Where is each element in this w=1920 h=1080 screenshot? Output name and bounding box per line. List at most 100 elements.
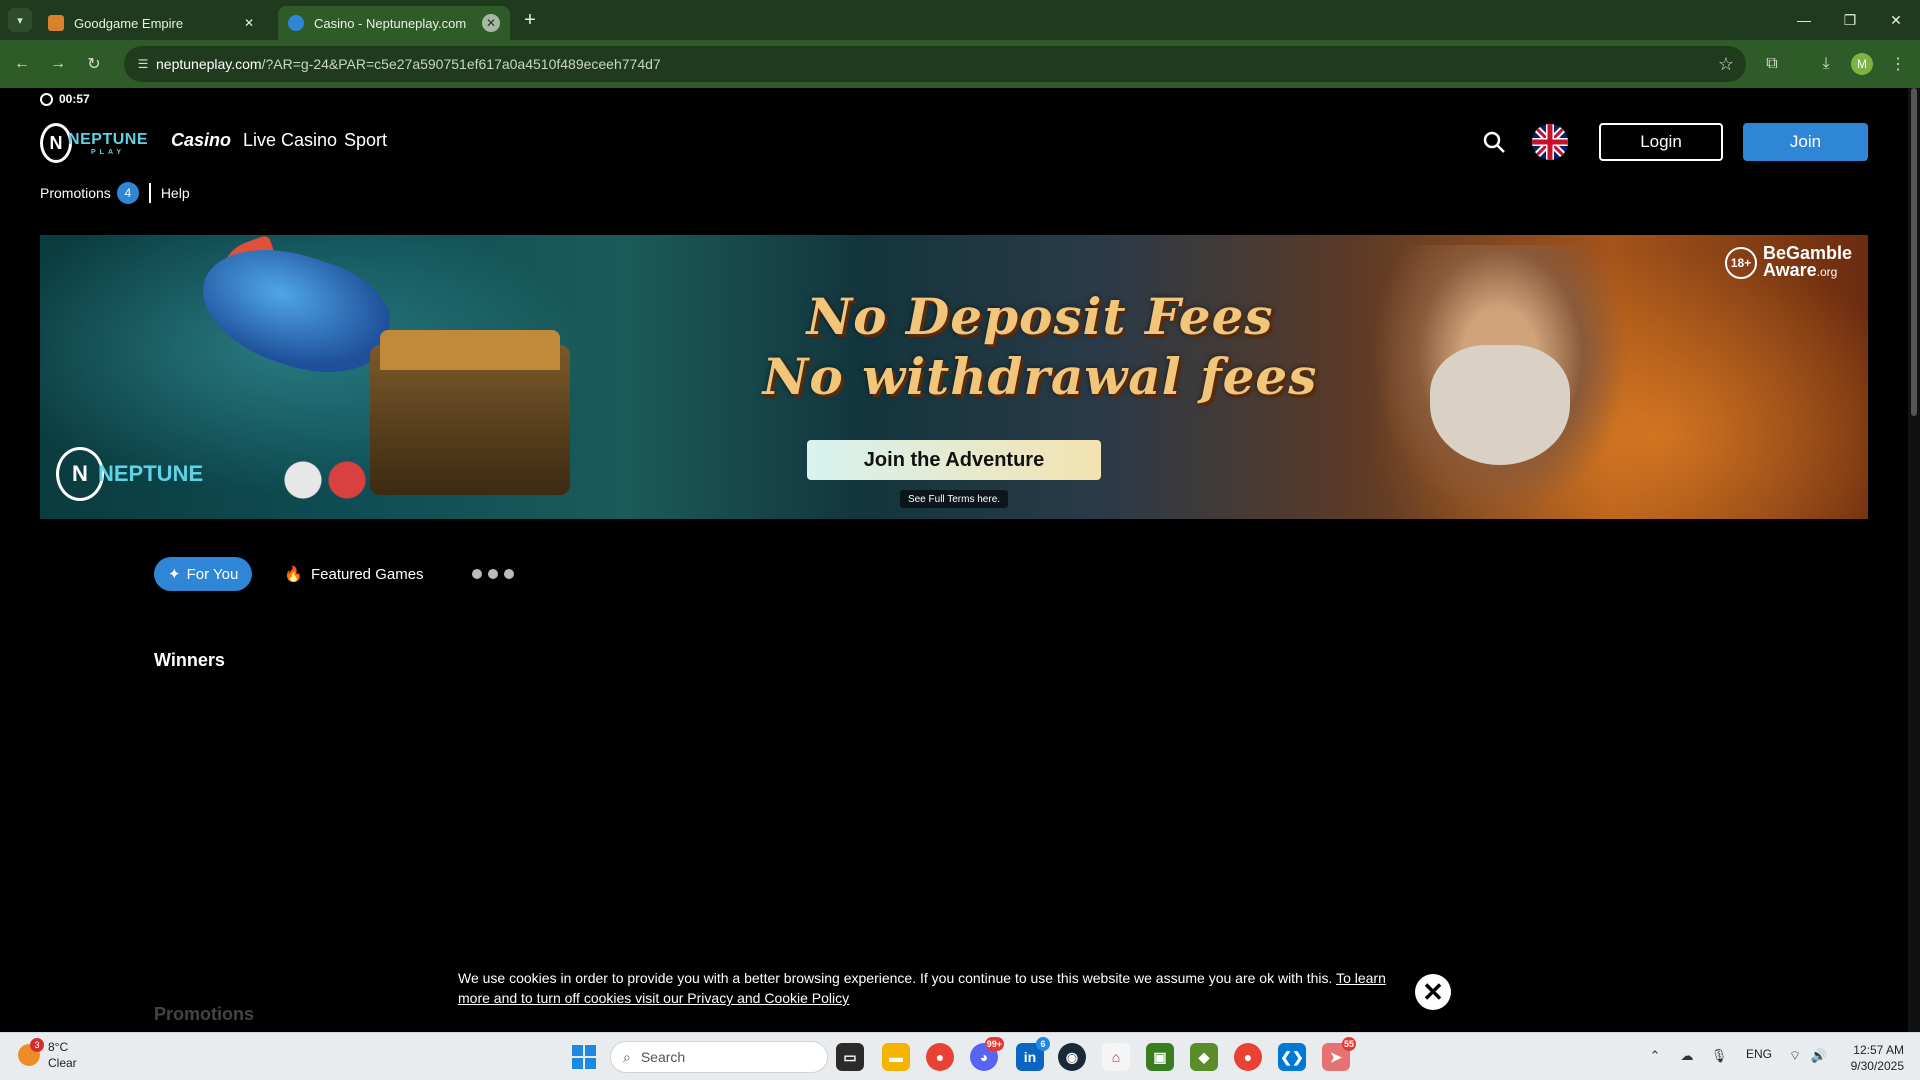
weather-temp: 8°C [48,1040,69,1054]
discord-icon[interactable]: ◕ 99+ [970,1037,1004,1071]
task-view-icon[interactable]: ▭ [836,1043,864,1071]
site-logo[interactable]: N NEPTUNE PLAY [40,122,148,164]
banner-headline-1: No Deposit Fees [806,287,1274,346]
close-tab-icon[interactable]: ✕ [240,14,258,32]
tab-featured-games[interactable]: 🔥 Featured Games [270,557,437,591]
winners-heading: Winners [154,650,225,670]
logo-subtext: PLAY [91,148,126,156]
subnav-divider [148,183,151,203]
tab-casino-neptuneplay[interactable]: Casino - Neptuneplay.com ✕ [278,6,510,40]
banner-logo: N NEPTUNE [56,447,203,501]
begambleaware-badge[interactable]: 18+ BeGamble Aware.org [1724,244,1852,281]
tab-search-menu-button[interactable]: ▾ [8,8,32,32]
web-page: 00:57 N NEPTUNE PLAY Casino Live Casino S… [0,88,1908,1032]
telegram-icon[interactable]: ➤ 55 [1322,1037,1356,1071]
age-18-icon: 18+ [1724,247,1757,279]
discord-badge: 99+ [984,1037,1004,1051]
begambleaware-text: BeGamble Aware.org [1762,244,1852,281]
nav-casino[interactable]: Casino [171,130,231,151]
close-window-icon[interactable]: ✕ [1884,8,1908,32]
nav-help[interactable]: Help [161,185,190,201]
show-hidden-icons-chevron-icon[interactable]: ⌃ [1646,1047,1664,1065]
neptune-favicon-icon [288,15,304,31]
extensions-icon[interactable]: ⧉ [1760,52,1784,76]
join-adventure-button[interactable]: Join the Adventure [807,440,1101,480]
restore-icon[interactable]: ❐ [1838,8,1862,32]
minecraft-launcher-icon[interactable]: ◆ [1190,1043,1218,1071]
taskbar-search-icon: ⌕ [623,1048,631,1065]
url-text: neptuneplay.com/?AR=g-24&PAR=c5e27a59075… [156,56,661,72]
nav-sport[interactable]: Sport [344,130,387,151]
minecraft-icon[interactable]: ▣ [1146,1043,1174,1071]
taskbar-search-placeholder: Search [640,1049,686,1065]
address-toolbar: ← → ↻ ☰ neptuneplay.com/?AR=g-24&PAR=c5e… [0,40,1920,88]
forward-icon[interactable]: → [46,52,70,76]
chrome-profile-icon[interactable]: ● [1234,1043,1262,1071]
download-icon[interactable]: ⤓ [1814,52,1838,76]
tab-title: Goodgame Empire [74,15,184,31]
promotions-count-badge: 4 [116,182,139,204]
minimize-icon[interactable]: — [1792,8,1816,32]
logo-text: NEPTUNE [68,130,148,148]
weather-widget[interactable]: 3 8°C Clear [18,1038,77,1071]
mouse-app-icon[interactable]: ⌂ [1102,1043,1130,1071]
casino-chips-image [270,455,380,505]
uk-flag-language-icon[interactable] [1532,124,1568,160]
tab-for-you[interactable]: ✦ For You [154,557,253,591]
taskbar-search-box[interactable]: ⌕ Search [610,1041,828,1073]
cookie-close-button[interactable]: ✕ [1415,974,1451,1010]
goodgame-favicon-icon [48,15,64,31]
tab-goodgame-empire[interactable]: Goodgame Empire ✕ [38,6,268,40]
site-info-icon[interactable]: ☰ [134,55,152,73]
clock-icon [40,92,53,106]
language-indicator[interactable]: ENG [1746,1047,1772,1061]
system-clock[interactable]: 12:57 AM 9/30/2025 [1834,1042,1904,1074]
gamble-line-2: Aware [1762,260,1817,280]
clock-time: 00:57 [59,92,90,106]
system-time: 12:57 AM [1853,1043,1904,1057]
more-menu-icon[interactable]: ⋮ [1886,52,1910,76]
join-button[interactable]: Join [1743,123,1868,161]
bookmark-star-icon[interactable]: ☆ [1718,54,1734,75]
login-button[interactable]: Login [1599,123,1723,161]
tab-featured-label: Featured Games [310,565,424,583]
microphone-icon[interactable]: 🎙 [1710,1047,1728,1065]
more-tabs-loading-icon[interactable] [471,569,514,579]
profile-avatar[interactable]: M [1851,53,1873,75]
flame-icon: 🔥 [284,566,303,583]
close-tab-icon[interactable]: ✕ [482,14,500,32]
see-terms-link[interactable]: See Full Terms here. [900,490,1008,508]
windows-taskbar: 3 8°C Clear ⌕ Search ▭ ▬ ● ◕ 99+ in 6 ◉ ⌂ ▣… [0,1032,1920,1080]
file-explorer-icon[interactable]: ▬ [882,1043,910,1071]
browser-tab-bar: ▾ Goodgame Empire ✕ Casino - Neptuneplay… [0,0,1920,40]
nav-promotions[interactable]: Promotions [40,185,111,201]
onedrive-offline-icon[interactable]: ☁ [1678,1047,1696,1065]
promotions-heading: Promotions [154,1004,255,1024]
address-bar[interactable]: ☰ neptuneplay.com/?AR=g-24&PAR=c5e27a590… [124,46,1746,82]
new-tab-button[interactable]: + [518,9,542,31]
volume-icon[interactable]: 🔊 [1810,1047,1828,1065]
reload-icon[interactable]: ↻ [82,52,106,76]
logo-wordmark: NEPTUNE PLAY [68,131,148,156]
session-clock: 00:57 [40,92,90,106]
linkedin-badge: 6 [1036,1037,1050,1051]
back-icon[interactable]: ← [10,52,34,76]
promo-banner[interactable]: N NEPTUNE No Deposit Fees No withdrawal … [40,235,1868,519]
search-icon[interactable] [1482,130,1506,154]
url-path: /?AR=g-24&PAR=c5e27a590751ef617a0a4510f4… [261,56,661,72]
start-windows-icon[interactable] [572,1045,596,1069]
wifi-icon[interactable]: ⌔ [1786,1047,1804,1065]
game-category-tabs: ✦ For You 🔥 Featured Games [154,557,514,591]
vscode-icon[interactable]: ❮❯ [1278,1043,1306,1071]
chrome-icon[interactable]: ● [926,1043,954,1071]
url-host: neptuneplay.com [156,56,262,72]
gamble-line-3: .org [1816,265,1838,279]
banner-logo-mark-icon: N [56,447,104,501]
nav-live-casino[interactable]: Live Casino [243,130,337,151]
telegram-badge: 55 [1341,1037,1356,1051]
linkedin-icon[interactable]: in 6 [1016,1037,1050,1071]
page-scrollbar-thumb[interactable] [1911,88,1917,416]
treasure-chest-lid-image [380,330,560,370]
banner-logo-text: NEPTUNE [98,461,204,486]
steam-icon[interactable]: ◉ [1058,1043,1086,1071]
